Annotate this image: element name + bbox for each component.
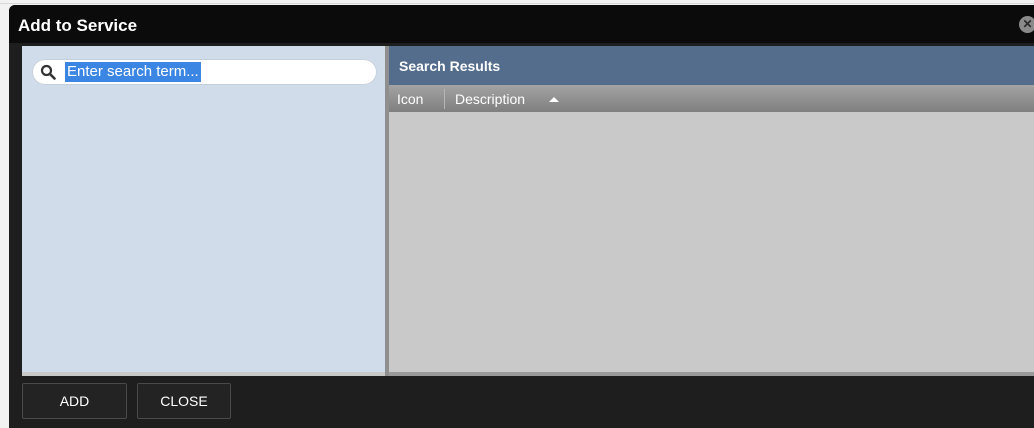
search-results-panel: Search Results Icon Description bbox=[389, 46, 1034, 376]
close-button[interactable]: CLOSE bbox=[137, 383, 231, 419]
search-input[interactable] bbox=[65, 62, 365, 82]
add-button[interactable]: ADD bbox=[22, 383, 127, 419]
search-icon bbox=[40, 64, 56, 80]
column-divider[interactable] bbox=[444, 89, 445, 109]
dialog-content: Enter search term... Search Results Icon… bbox=[22, 46, 1034, 376]
search-results-title: Search Results bbox=[399, 58, 501, 74]
dialog-footer: ADD CLOSE bbox=[9, 376, 1034, 428]
search-box[interactable]: Enter search term... bbox=[32, 59, 377, 85]
dialog-title: Add to Service bbox=[18, 16, 138, 35]
add-to-service-dialog: Add to Service ✕ Enter search term... Se… bbox=[9, 5, 1034, 428]
column-header-description[interactable]: Description bbox=[455, 90, 525, 108]
results-list bbox=[389, 112, 1034, 372]
dialog-titlebar[interactable]: Add to Service ✕ bbox=[9, 5, 1034, 43]
search-results-header: Search Results bbox=[389, 46, 1034, 85]
search-panel: Enter search term... bbox=[22, 46, 385, 372]
close-icon[interactable]: ✕ bbox=[1019, 16, 1034, 33]
sort-ascending-icon bbox=[549, 97, 559, 102]
results-column-header: Icon Description bbox=[389, 85, 1034, 112]
column-header-icon[interactable]: Icon bbox=[397, 90, 423, 108]
